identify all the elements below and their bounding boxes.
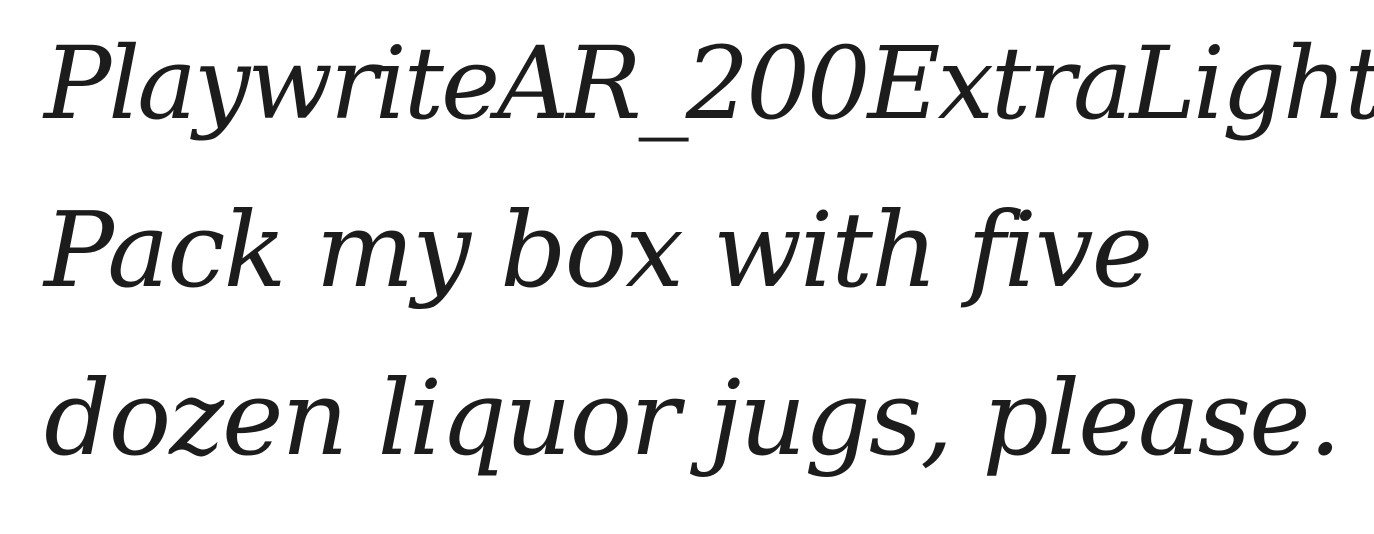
font-name-title: PlaywriteAR_200ExtraLight [44,25,1374,142]
pangram-line-1: Pack my box with five [44,189,1153,311]
pangram-line-2: dozen liquor jugs, please. [44,357,1342,479]
